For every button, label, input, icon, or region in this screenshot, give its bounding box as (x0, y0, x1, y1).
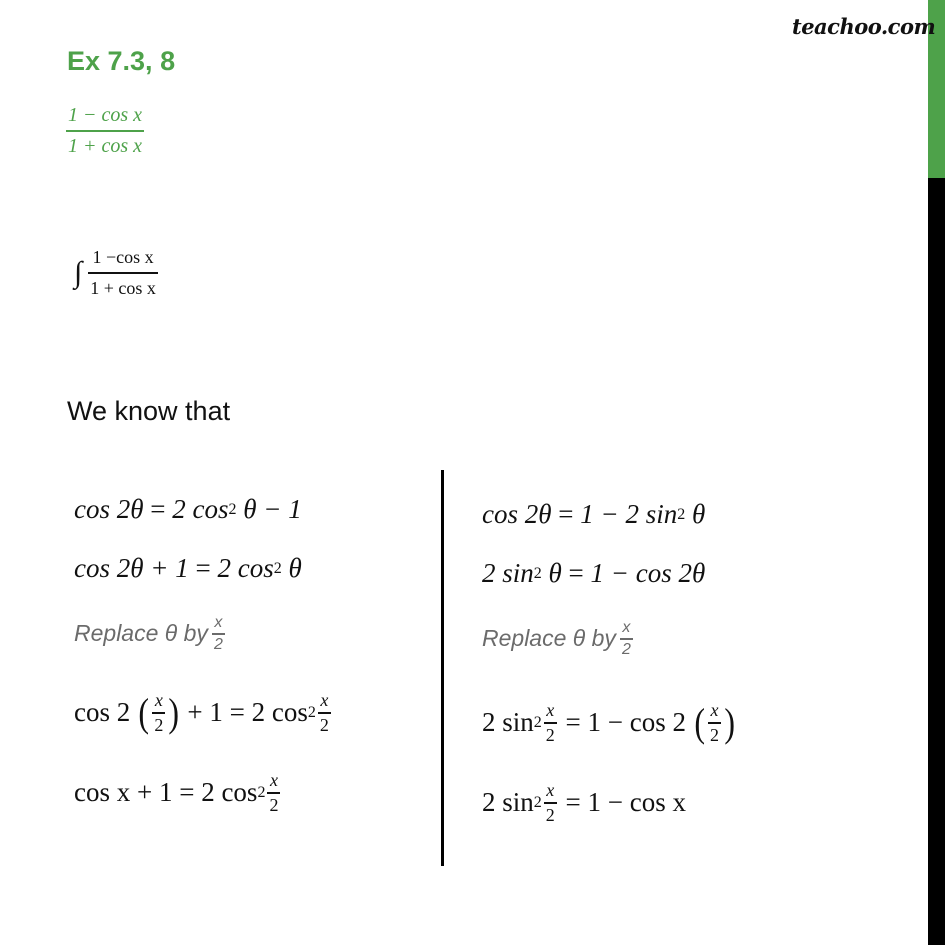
left-eq-1: cos 2θ = 2 cos 2 θ − 1 (74, 494, 302, 524)
eq-op: = (150, 494, 166, 524)
eq-op: = (195, 553, 211, 583)
question-numerator: 1 − cos x (68, 104, 143, 126)
integrand-denominator: 1 + cos x (90, 277, 156, 298)
frac-num: x (154, 690, 163, 710)
frac-den: 2 (213, 635, 223, 653)
replace-text: Replace θ by (482, 625, 616, 652)
eq-op: = (568, 558, 584, 588)
frac-den: 2 (154, 714, 164, 735)
frac-den: 2 (621, 640, 631, 658)
fraction-bar (317, 712, 331, 714)
frac-num: x (546, 700, 555, 720)
eq-lhs: 2 sin (482, 787, 534, 818)
fraction-bar (543, 802, 557, 804)
fraction-bar (543, 722, 557, 724)
frac-num: x (622, 619, 631, 636)
fraction-bar (211, 633, 225, 635)
eq-rhs: 2 cos (201, 777, 258, 808)
eq-rhs: θ (288, 553, 302, 583)
right-eq-3: 2 sin 2 x 2 = 1 − cos 2 (x 2) (482, 699, 736, 746)
eq-op: = (565, 707, 581, 738)
eq-lhs: cos x + 1 (74, 777, 173, 808)
right-eq-1: cos 2θ = 1 − 2 sin 2 θ (482, 499, 706, 529)
integral-expression: ∫ 1 −cos x 1 + cos x (74, 247, 158, 299)
integrand: 1 −cos x 1 + cos x (88, 247, 158, 299)
x-over-2: x2 (317, 690, 331, 736)
x-over-2: x 2 (211, 614, 225, 654)
fraction-bar (66, 130, 145, 132)
fraction-bar (267, 792, 281, 794)
replace-text: Replace θ by (74, 620, 208, 647)
frac-den: 2 (710, 724, 720, 745)
eq-rhs: θ (691, 499, 706, 529)
eq-lhs: θ (548, 558, 562, 588)
frac-num: x (710, 700, 719, 720)
close-paren: ) (168, 689, 180, 735)
frac-den: 2 (545, 724, 555, 745)
eq-lhs: 2 sin (482, 558, 534, 588)
x-over-2: x2 (152, 690, 166, 736)
left-eq-4: cos x + 1 = 2 cos 2 x 2 (74, 770, 281, 816)
column-divider (441, 470, 444, 866)
eq-lhs: cos 2 (74, 697, 131, 728)
eq-lhs: cos 2θ (482, 499, 552, 529)
frac-num: x (546, 780, 555, 800)
x-over-2: x2 (543, 780, 557, 826)
left-eq-3: cos 2 (x 2) + 1 = 2 cos 2 x 2 (74, 689, 331, 736)
left-replace-note: Replace θ by x 2 (74, 614, 225, 654)
eq-rhs: 2 cos (251, 697, 308, 728)
eq-rhs: θ − 1 (243, 494, 302, 524)
eq-rhs: 1 − cos 2 (587, 707, 686, 738)
fraction-bar (619, 638, 633, 640)
frac-den: 2 (319, 714, 329, 735)
intro-text: We know that (67, 396, 231, 426)
eq-lhs: 2 sin (482, 707, 534, 738)
eq-lhs: cos 2θ + 1 (74, 553, 189, 583)
frac-den: 2 (545, 804, 555, 825)
right-eq-4: 2 sin 2 x 2 = 1 − cos x (482, 780, 686, 826)
integrand-numerator: 1 −cos x (92, 247, 154, 267)
right-replace-note: Replace θ by x 2 (482, 619, 633, 659)
eq-op: = (229, 697, 245, 728)
eq-lhs: + 1 (187, 697, 223, 728)
fraction-bar (88, 272, 158, 274)
fraction-bar (708, 722, 722, 724)
eq-rhs: 1 − cos x (587, 787, 686, 818)
question-fraction: 1 − cos x 1 + cos x (66, 104, 145, 158)
frac-num: x (269, 770, 278, 790)
exercise-title: Ex 7.3, 8 (67, 46, 176, 76)
frac-num: x (214, 614, 223, 631)
eq-lhs: cos 2θ (74, 494, 144, 524)
left-eq-2: cos 2θ + 1 = 2 cos 2 θ (74, 553, 302, 583)
close-paren: ) (724, 699, 736, 745)
question-denominator: 1 + cos x (68, 135, 143, 157)
frac-den: 2 (269, 794, 279, 815)
open-paren: ( (138, 689, 149, 735)
eq-op: = (558, 499, 574, 529)
eq-op: = (565, 787, 581, 818)
eq-rhs: 1 − cos 2θ (590, 558, 706, 588)
integral-sign: ∫ (74, 255, 83, 289)
x-over-2: x2 (543, 700, 557, 746)
eq-op: = (179, 777, 195, 808)
open-paren: ( (694, 699, 705, 745)
x-over-2: x 2 (619, 619, 633, 659)
fraction-bar (152, 712, 166, 714)
eq-rhs: 1 − 2 sin (580, 499, 678, 529)
frac-num: x (320, 690, 329, 710)
x-over-2: x2 (267, 770, 281, 816)
brand-logo: teachoo.com (792, 14, 936, 39)
x-over-2: x2 (708, 700, 722, 746)
eq-rhs: 2 cos (217, 553, 274, 583)
right-eq-2: 2 sin 2 θ = 1 − cos 2θ (482, 558, 706, 588)
eq-rhs: 2 cos (172, 494, 229, 524)
